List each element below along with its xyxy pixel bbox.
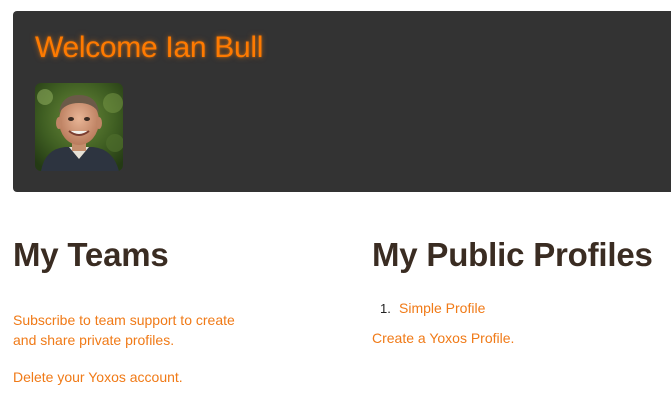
- page: Welcome Ian Bull My Teams Subscribe to t…: [0, 0, 671, 401]
- subscribe-team-support-link-wrap: Subscribe to team support to create and …: [13, 310, 253, 350]
- my-public-profiles-heading: My Public Profiles: [372, 236, 653, 273]
- my-teams-heading: My Teams: [13, 236, 169, 273]
- list-item-number: 1.: [380, 301, 391, 316]
- delete-account-link[interactable]: Delete your Yoxos account.: [13, 369, 183, 385]
- avatar-photo: [35, 83, 123, 171]
- list-item: 1. Simple Profile: [380, 298, 485, 319]
- welcome-panel: Welcome Ian Bull: [13, 11, 671, 192]
- public-profiles-list: 1. Simple Profile: [380, 298, 485, 319]
- delete-account-link-wrap: Delete your Yoxos account.: [13, 367, 183, 387]
- create-profile-link-wrap: Create a Yoxos Profile.: [372, 328, 514, 348]
- create-profile-link[interactable]: Create a Yoxos Profile.: [372, 330, 514, 346]
- simple-profile-link[interactable]: Simple Profile: [399, 300, 485, 316]
- subscribe-team-support-link[interactable]: Subscribe to team support to create and …: [13, 312, 235, 348]
- welcome-title: Welcome Ian Bull: [35, 31, 264, 64]
- avatar: [35, 83, 123, 171]
